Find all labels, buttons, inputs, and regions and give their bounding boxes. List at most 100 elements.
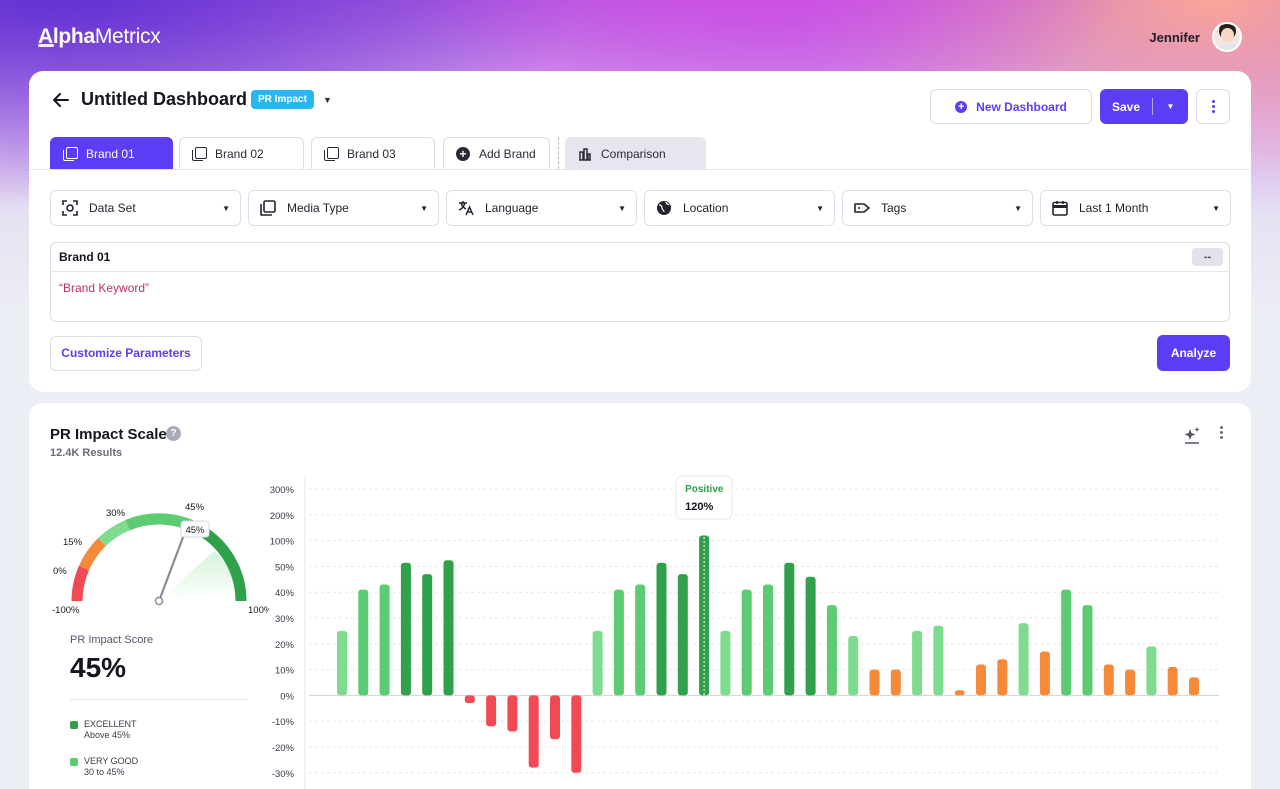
bar[interactable] [890,669,901,696]
pr-impact-bar-chart: 300% 200% 100% 50% 40% 30% 20% 10% 0% -10% -20% -30… [270,475,1219,789]
y-tick-label: -10% [272,717,295,728]
page-title[interactable]: Untitled Dashboard [81,89,247,110]
scan-icon [62,200,78,216]
bar[interactable] [464,695,475,704]
more-options-button[interactable] [1196,89,1230,124]
bar[interactable] [1039,651,1050,696]
bar[interactable] [592,630,603,696]
section-title: PR Impact Scale [50,426,167,443]
bar[interactable] [741,589,752,696]
bar[interactable] [869,669,880,696]
bar[interactable] [933,625,944,696]
building-chart-icon [579,147,591,161]
bar[interactable] [656,562,667,696]
tab-brand-03[interactable]: Brand 03 [311,137,435,169]
y-tick-label: 100% [270,537,295,548]
app-logo[interactable]: AlphaMetricx [38,25,161,49]
chevron-down-icon[interactable]: ▼ [1153,102,1188,111]
plus-circle-icon: + [456,146,470,161]
bar[interactable] [954,690,965,696]
bar[interactable] [848,636,859,696]
filter-location[interactable]: Location ▼ [644,190,835,226]
bar[interactable] [486,695,497,727]
bar[interactable] [720,630,731,696]
bar[interactable] [1146,646,1157,696]
legend-very-good: VERY GOOD 30 to 45% [70,756,138,778]
bar[interactable] [337,630,347,696]
chevron-down-icon[interactable]: ▼ [323,95,332,105]
bar[interactable] [422,574,433,696]
y-tick-label: 0% [280,691,294,702]
keyword-input[interactable]: “Brand Keyword” [51,272,1229,304]
bar[interactable] [507,695,518,732]
bar[interactable] [358,589,369,696]
brand-query-header: Brand 01 -- [51,243,1229,272]
bar[interactable] [677,574,688,696]
back-arrow-icon[interactable] [51,90,71,110]
legend-swatch [70,721,78,729]
tab-divider [558,137,559,169]
customize-parameters-button[interactable]: Customize Parameters [50,336,202,371]
filter-date-range[interactable]: Last 1 Month ▼ [1040,190,1231,226]
tooltip-value: 120% [685,501,713,513]
tab-brand-01[interactable]: Brand 01 [50,137,173,169]
chevron-down-icon: ▼ [1212,203,1220,213]
analyze-button[interactable]: Analyze [1157,335,1230,371]
bar[interactable] [400,562,411,696]
save-button[interactable]: Save ▼ [1100,89,1188,124]
bar[interactable] [763,584,773,696]
filter-data-set[interactable]: Data Set ▼ [50,190,241,226]
gauge-pointer-label: 45% [185,525,205,536]
top-bar: AlphaMetricx Jennifer [0,0,1280,72]
help-icon[interactable]: ? [166,426,181,441]
bar[interactable] [1125,669,1136,696]
legend-excellent: EXCELLENT Above 45% [70,719,137,741]
bar[interactable] [912,630,923,696]
bar[interactable] [1189,677,1199,696]
bar[interactable] [1082,605,1093,696]
bar[interactable] [379,584,390,696]
collapse-button[interactable]: -- [1192,248,1223,266]
tab-comparison[interactable]: Comparison [565,137,706,169]
bar[interactable] [1103,664,1114,696]
bar[interactable] [1167,667,1178,696]
section-more-options[interactable] [1217,426,1225,442]
results-count: 12.4K Results [50,447,123,459]
globe-icon [657,201,671,215]
filter-media-type[interactable]: Media Type ▼ [248,190,439,226]
y-tick-label: 50% [275,562,295,573]
bar[interactable] [1061,589,1072,696]
sparkle-ai-icon[interactable] [1182,425,1202,445]
avatar[interactable] [1212,22,1242,52]
bar[interactable] [805,576,816,696]
bar[interactable] [528,695,539,768]
filter-language[interactable]: Language ▼ [446,190,637,226]
new-dashboard-button[interactable]: + New Dashboard [930,89,1092,124]
bar[interactable] [1018,623,1029,696]
legend-swatch [70,758,78,766]
gauge-label-45: 45% [185,502,205,513]
user-menu[interactable]: Jennifer [1149,22,1242,52]
tag-icon [854,203,870,213]
bar[interactable] [784,562,795,696]
bar[interactable] [976,664,986,696]
bar[interactable] [550,695,560,740]
bar[interactable] [826,605,837,696]
translate-icon [458,201,474,216]
bar[interactable] [699,535,710,696]
tab-add-brand[interactable]: + Add Brand [443,137,550,169]
bar[interactable] [571,695,582,773]
tab-brand-02[interactable]: Brand 02 [179,137,304,169]
bar[interactable] [613,589,624,696]
bar[interactable] [443,560,454,696]
chevron-down-icon: ▼ [1014,203,1022,213]
bar[interactable] [997,659,1008,696]
logo-accent [38,44,54,47]
impact-gauge: 45% -100% 0% 15% 30% 45% 100% [52,502,269,616]
bar[interactable] [635,584,646,696]
filter-tags[interactable]: Tags ▼ [842,190,1033,226]
copy-icon [192,146,207,161]
tooltip-label: Positive [685,484,724,495]
user-name: Jennifer [1149,29,1200,45]
gauge-label-max: 100% [248,605,269,616]
